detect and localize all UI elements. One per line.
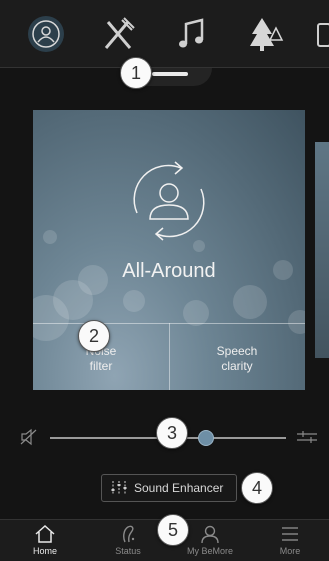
- sliders-icon: [111, 481, 127, 495]
- program-all-around[interactable]: [24, 12, 68, 56]
- program-music[interactable]: [170, 12, 214, 56]
- callout-4: 4: [241, 472, 273, 504]
- nav-status-label: Status: [115, 546, 141, 556]
- mute-icon[interactable]: [20, 428, 38, 446]
- volume-thumb[interactable]: [197, 430, 214, 446]
- sound-enhancer-button[interactable]: Sound Enhancer: [101, 474, 237, 502]
- callout-3: 3: [156, 417, 188, 449]
- callout-2: 2: [78, 320, 110, 352]
- nav-more-label: More: [279, 546, 301, 556]
- equalizer-icon[interactable]: [297, 431, 317, 443]
- next-program-card-peek[interactable]: [315, 142, 329, 358]
- outdoor-icon: [250, 18, 284, 51]
- nav-my-bemore-label: My BeMore: [186, 546, 233, 556]
- program-restaurant[interactable]: [96, 12, 140, 56]
- drawer-handle[interactable]: [152, 72, 188, 76]
- nav-home[interactable]: Home: [4, 520, 86, 561]
- program-card[interactable]: All-Around Noise filter Speech clarity: [33, 110, 305, 390]
- restaurant-icon: [104, 17, 135, 49]
- program-bar: [0, 0, 329, 68]
- callout-5: 5: [157, 514, 189, 546]
- program-partial[interactable]: [316, 12, 329, 56]
- partial-program-icon: [317, 23, 329, 47]
- all-around-icon: [32, 20, 60, 48]
- hearing-aid-icon: [123, 525, 135, 543]
- all-around-large-icon: [133, 161, 205, 241]
- speech-clarity-feature[interactable]: Speech clarity: [169, 344, 305, 374]
- callout-1: 1: [120, 57, 152, 89]
- menu-icon: [282, 527, 298, 541]
- nav-home-label: Home: [32, 546, 57, 556]
- nav-more[interactable]: More: [249, 520, 329, 561]
- program-outdoor[interactable]: [244, 12, 288, 56]
- sound-enhancer-label: Sound Enhancer: [134, 481, 224, 495]
- program-name: All-Around: [122, 260, 216, 282]
- home-icon: [35, 524, 55, 543]
- music-icon: [179, 18, 204, 48]
- person-icon: [201, 525, 219, 544]
